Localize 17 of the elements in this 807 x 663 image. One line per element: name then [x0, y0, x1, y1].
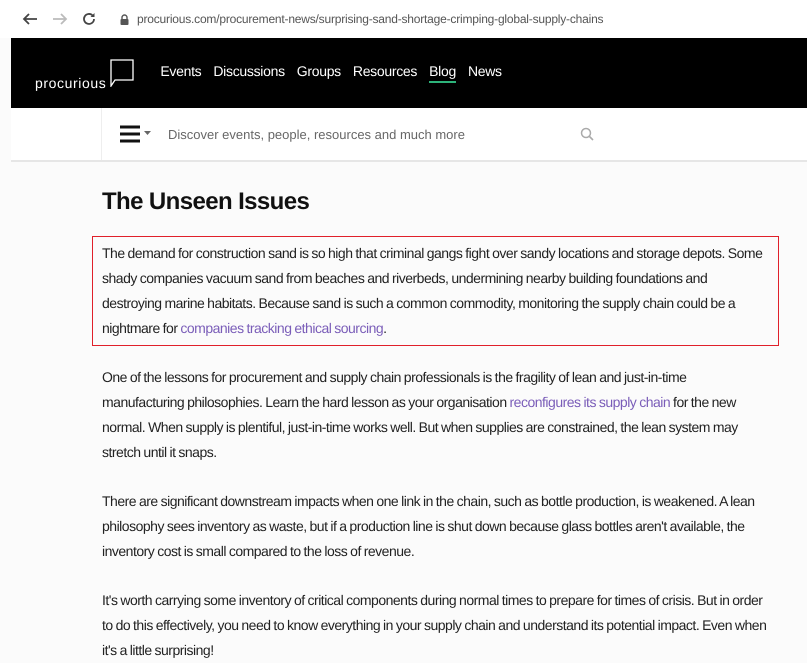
lock-icon	[120, 14, 129, 24]
nav-link[interactable]: Resources	[352, 63, 418, 83]
site-logo[interactable]: procurious	[35, 75, 106, 91]
nav-link[interactable]: Blog	[429, 63, 456, 83]
article-paragraph: It's worth carrying some inventory of critical components during normal times to prepare for times of crisis. But in order to do this effectively, you need to know everything in your supply chain and understand its potential impact. Even when it's a little surprising!	[102, 591, 768, 660]
search-field[interactable]: Discover events, people, resources and much more	[166, 126, 560, 142]
article-paragraph: There are significant downstream impacts when one link in the chain, such as bottle production, is weakened. A lean philosophy sees inventory as waste, but if a production line is shut down because glass bottles aren't available, the inventory cost is small compared to the loss of revenue.	[102, 492, 756, 561]
menu-icon[interactable]	[120, 125, 152, 143]
article-heading: The Unseen Issues	[102, 188, 310, 216]
article-link[interactable]: reconfigures its supply chain	[510, 394, 670, 410]
article-link[interactable]: companies tracking ethical sourcing	[180, 320, 384, 336]
article-paragraph: One of the lessons for procurement and supply chain professionals is the fragility of lean and just-in-time manufacturing philosophies. Learn the hard lesson as your organisation reconfigures its supply chain for the new normal. When supply is plentiful, just-in-time works well. But when supplies are constrained, the lean system may stretch until it snaps.	[102, 368, 740, 462]
nav-link[interactable]: Events	[160, 63, 202, 83]
article-paragraph: The demand for construction sand is so high that criminal gangs fight over sandy locations and storage depots. Some shady companies vacuum sand from beaches and riverbeds, undermining nearby building foundations and destroying marine habitats. Because sand is such a common commodity, monitoring the supply chain could be a nightmare for companies tracking ethical sourcing.	[102, 244, 764, 338]
nav-link[interactable]: News	[468, 63, 502, 83]
nav-link[interactable]: Discussions	[213, 63, 285, 83]
nav-link[interactable]: Groups	[296, 63, 341, 83]
